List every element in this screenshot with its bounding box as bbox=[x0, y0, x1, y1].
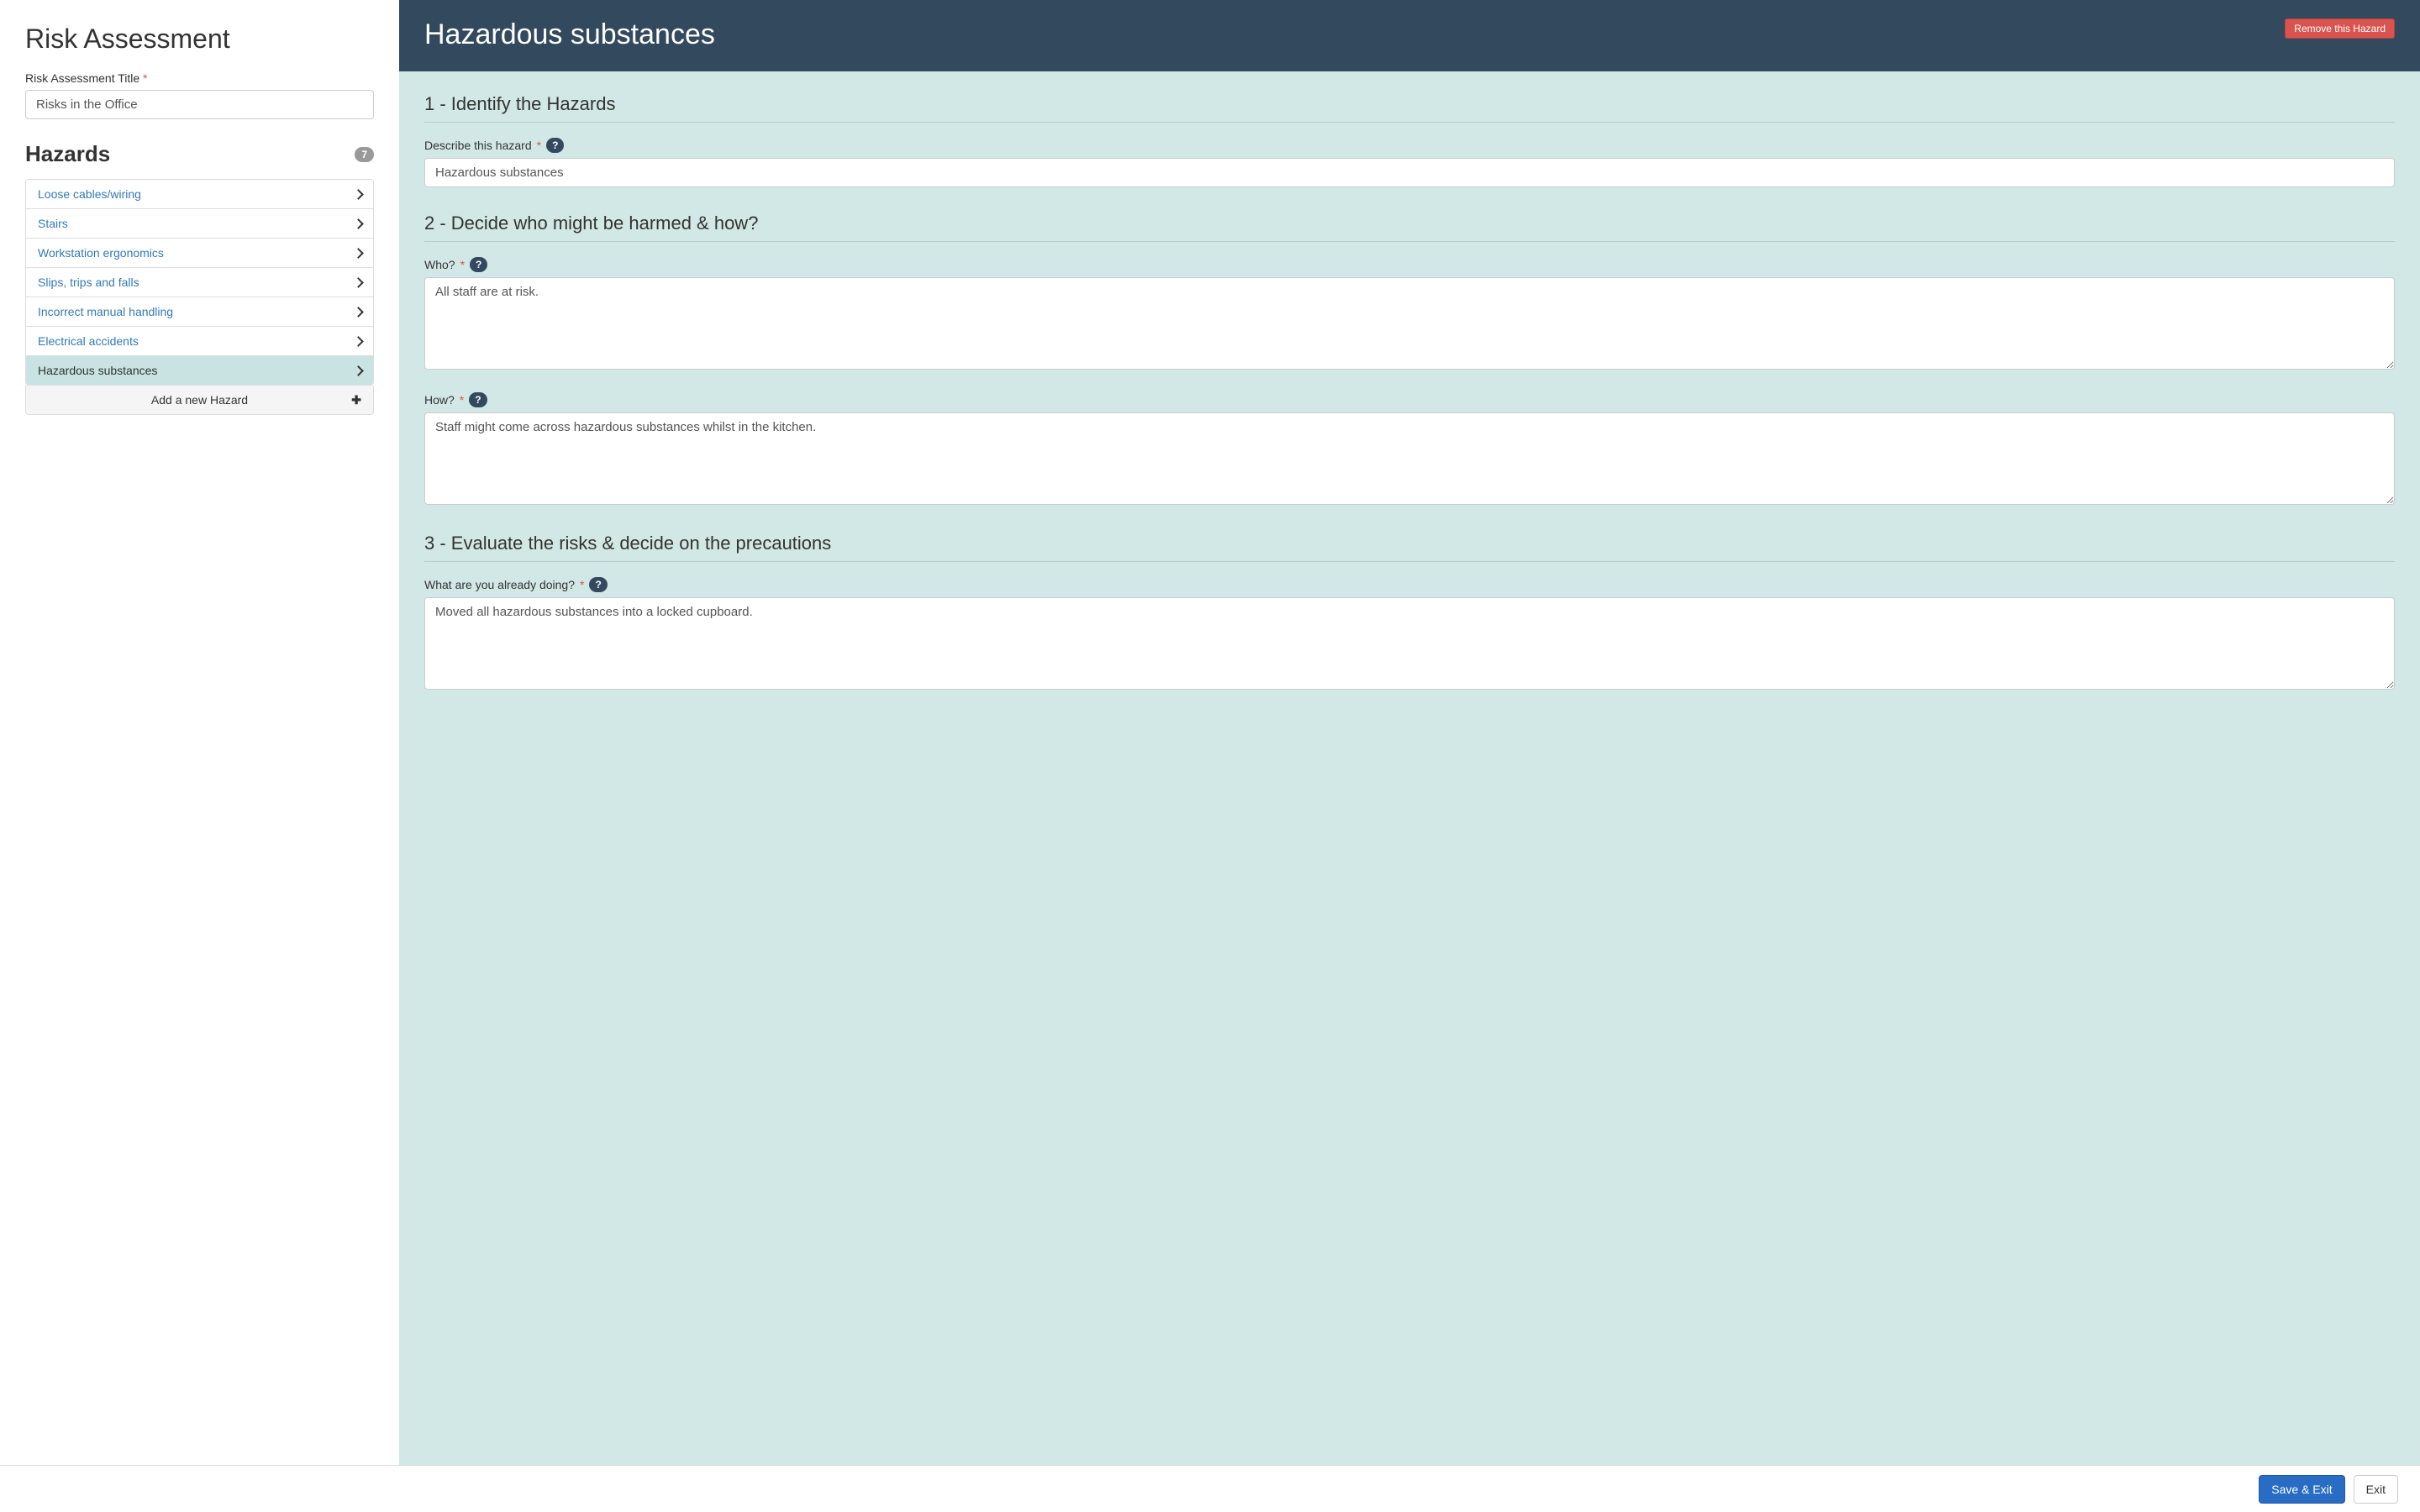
already-doing-textarea[interactable] bbox=[424, 597, 2395, 690]
required-asterisk: * bbox=[460, 393, 464, 407]
add-hazard-button[interactable]: Add a new Hazard ✚ bbox=[25, 386, 374, 415]
already-doing-label: What are you already doing? bbox=[424, 578, 575, 591]
help-icon[interactable]: ? bbox=[469, 392, 487, 407]
section-2-heading: 2 - Decide who might be harmed & how? bbox=[424, 213, 2395, 242]
required-asterisk: * bbox=[143, 71, 147, 85]
who-textarea[interactable] bbox=[424, 277, 2395, 370]
help-icon[interactable]: ? bbox=[470, 257, 487, 272]
hazard-item[interactable]: Stairs bbox=[26, 209, 373, 239]
hazard-item-label: Hazardous substances bbox=[38, 364, 157, 377]
required-asterisk: * bbox=[537, 139, 541, 152]
hazard-item[interactable]: Loose cables/wiring bbox=[26, 180, 373, 209]
hazard-item-label: Incorrect manual handling bbox=[38, 305, 173, 318]
help-icon[interactable]: ? bbox=[589, 577, 607, 592]
title-field-label-text: Risk Assessment Title bbox=[25, 71, 139, 85]
chevron-right-icon bbox=[355, 218, 361, 228]
hazard-item-label: Electrical accidents bbox=[38, 334, 139, 348]
chevron-right-icon bbox=[355, 365, 361, 375]
chevron-right-icon bbox=[355, 189, 361, 199]
save-exit-button[interactable]: Save & Exit bbox=[2259, 1475, 2344, 1504]
sidebar: Risk Assessment Risk Assessment Title * … bbox=[0, 0, 399, 1465]
hazards-heading: Hazards bbox=[25, 141, 110, 167]
remove-hazard-button[interactable]: Remove this Hazard bbox=[2285, 18, 2395, 39]
section-3-heading: 3 - Evaluate the risks & decide on the p… bbox=[424, 533, 2395, 562]
hazard-item-label: Slips, trips and falls bbox=[38, 276, 139, 289]
required-asterisk: * bbox=[460, 258, 465, 271]
chevron-right-icon bbox=[355, 336, 361, 346]
footer-bar: Save & Exit Exit bbox=[0, 1465, 2420, 1512]
hazard-item[interactable]: Slips, trips and falls bbox=[26, 268, 373, 297]
hazard-item-label: Loose cables/wiring bbox=[38, 187, 141, 201]
required-asterisk: * bbox=[580, 578, 584, 591]
who-label: Who? bbox=[424, 258, 455, 271]
hazard-item[interactable]: Electrical accidents bbox=[26, 327, 373, 356]
hazard-title: Hazardous substances bbox=[424, 18, 715, 51]
chevron-right-icon bbox=[355, 307, 361, 317]
describe-hazard-label: Describe this hazard bbox=[424, 139, 532, 152]
hazard-list: Loose cables/wiring Stairs Workstation erg… bbox=[25, 179, 374, 386]
hazards-count-badge: 7 bbox=[355, 147, 374, 162]
describe-hazard-input[interactable] bbox=[424, 158, 2395, 187]
hazard-item[interactable]: Hazardous substances bbox=[26, 356, 373, 385]
hazard-item[interactable]: Workstation ergonomics bbox=[26, 239, 373, 268]
how-textarea[interactable] bbox=[424, 412, 2395, 505]
main-header: Hazardous substances Remove this Hazard bbox=[399, 0, 2420, 71]
plus-icon: ✚ bbox=[351, 393, 361, 407]
main-body: 1 - Identify the Hazards Describe this h… bbox=[399, 71, 2420, 1465]
hazard-item-label: Workstation ergonomics bbox=[38, 246, 164, 260]
help-icon[interactable]: ? bbox=[546, 138, 564, 153]
chevron-right-icon bbox=[355, 248, 361, 258]
hazard-item-label: Stairs bbox=[38, 217, 68, 230]
page-title: Risk Assessment bbox=[25, 24, 374, 55]
add-hazard-label: Add a new Hazard bbox=[151, 393, 248, 407]
exit-button[interactable]: Exit bbox=[2354, 1475, 2398, 1504]
main-panel: Hazardous substances Remove this Hazard … bbox=[399, 0, 2420, 1465]
hazard-item[interactable]: Incorrect manual handling bbox=[26, 297, 373, 327]
how-label: How? bbox=[424, 393, 455, 407]
title-field-label: Risk Assessment Title * bbox=[25, 71, 374, 85]
section-1-heading: 1 - Identify the Hazards bbox=[424, 93, 2395, 123]
chevron-right-icon bbox=[355, 277, 361, 287]
risk-assessment-title-input[interactable] bbox=[25, 90, 374, 119]
